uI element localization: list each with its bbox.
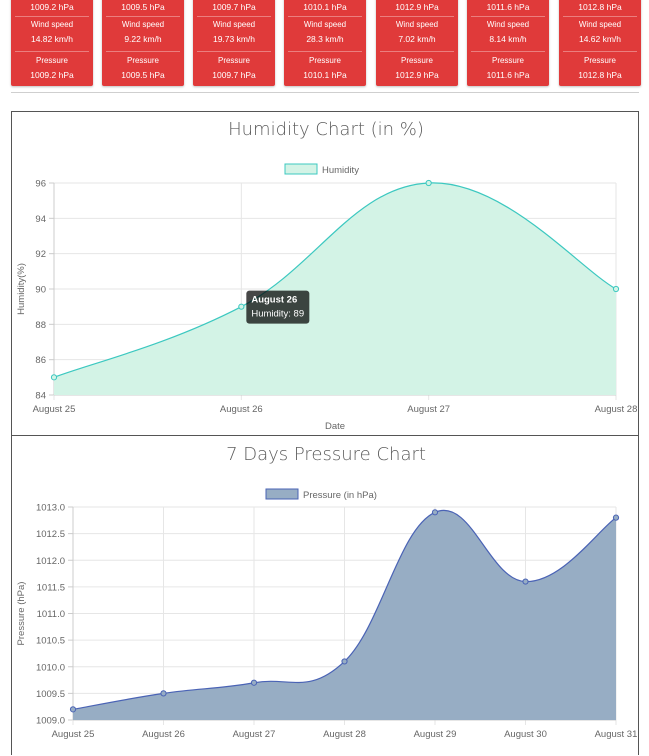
pressure-value: 1009.7 hPa xyxy=(212,70,256,80)
y-tick-label: 88 xyxy=(35,320,46,331)
wind-speed-value: 8.14 km/h xyxy=(489,34,527,44)
y-axis-label: Pressure (hPa) xyxy=(16,582,27,646)
y-tick-label: 1012.0 xyxy=(36,556,65,567)
x-tick-label: August 27 xyxy=(407,404,450,415)
y-tick-label: 1009.0 xyxy=(36,716,65,727)
x-tick-label: August 25 xyxy=(52,729,95,740)
x-tick-label: August 26 xyxy=(142,729,185,740)
y-axis-label: Humidity(%) xyxy=(16,263,27,315)
y-tick-label: 84 xyxy=(35,391,46,402)
legend-label: Pressure (in hPa) xyxy=(303,490,377,501)
pressure-label: Pressure xyxy=(400,56,433,65)
humidity-chart-panel: Humidity Chart (in %) Humidity 84 86 88 90 92 9… xyxy=(11,111,639,436)
forecast-card: 1009.7 hPa Wind speed 19.73 km/h Pressure 10… xyxy=(193,0,275,86)
wind-speed-label: Wind speed xyxy=(121,20,165,29)
data-point xyxy=(522,578,529,585)
y-tick-label: 86 xyxy=(35,355,46,366)
forecast-card: 1009.5 hPa Wind speed 9.22 km/h Pressure 100… xyxy=(102,0,184,86)
pressure-value: 1010.1 hPa xyxy=(303,70,347,80)
y-tick-label: 1011.0 xyxy=(37,609,65,620)
x-axis-label: Date xyxy=(325,421,345,432)
y-tick-label: 1009.5 xyxy=(36,689,65,700)
forecast-card: 1011.6 hPa Wind speed 8.14 km/h Pressure 101… xyxy=(467,0,549,86)
forecast-card: 1009.2 hPa Wind speed 14.82 km/h Pressure 10… xyxy=(11,0,93,86)
card-top-value: 1011.6 hPa xyxy=(486,2,530,12)
y-tick-label: 1010.0 xyxy=(36,662,65,673)
legend-swatch xyxy=(284,163,318,175)
data-point xyxy=(238,303,245,310)
wind-speed-value: 19.73 km/h xyxy=(212,34,256,44)
y-tick-label: 94 xyxy=(35,214,46,225)
pressure-value: 1012.9 hPa xyxy=(395,70,439,80)
card-top-value: 1009.7 hPa xyxy=(212,2,256,12)
data-point xyxy=(612,514,620,521)
x-tick-label: August 26 xyxy=(220,404,263,415)
x-tick-label: August 29 xyxy=(414,729,457,740)
humidity-chart: Humidity Chart (in %) Humidity 84 86 88 90 92 9… xyxy=(16,119,638,432)
x-tick-label: August 28 xyxy=(323,729,366,740)
wind-speed-value: 7.02 km/h xyxy=(398,34,436,44)
pressure-label: Pressure xyxy=(583,56,616,65)
wind-speed-label: Wind speed xyxy=(212,20,256,29)
y-tick-label: 1010.5 xyxy=(36,636,65,647)
card-top-value: 1012.8 hPa xyxy=(578,2,622,12)
pressure-label: Pressure xyxy=(217,56,250,65)
x-tick-label: August 27 xyxy=(233,729,276,740)
wind-speed-label: Wind speed xyxy=(303,20,347,29)
legend-swatch xyxy=(265,488,299,500)
y-tick-label: 1011.5 xyxy=(37,582,65,593)
tooltip-title: August 26 xyxy=(251,295,297,306)
card-top-value: 1009.5 hPa xyxy=(121,2,165,12)
pressure-value: 1009.5 hPa xyxy=(121,70,165,80)
tooltip-body: Humidity: 89 xyxy=(251,309,304,320)
chart-title: Humidity Chart (in %) xyxy=(228,119,424,140)
data-point xyxy=(69,706,77,713)
y-tick-label: 1013.0 xyxy=(36,503,65,514)
wind-speed-label: Wind speed xyxy=(30,20,74,29)
pressure-value: 1011.6 hPa xyxy=(486,70,530,80)
forecast-card: 1012.8 hPa Wind speed 14.62 km/h Pressure 10… xyxy=(559,0,641,86)
pressure-label: Pressure xyxy=(126,56,159,65)
x-tick-label: August 31 xyxy=(595,729,638,740)
data-point xyxy=(50,374,58,381)
data-point xyxy=(431,509,439,516)
wind-speed-label: Wind speed xyxy=(578,20,622,29)
section-divider xyxy=(11,92,639,93)
x-tick-label: August 30 xyxy=(504,729,547,740)
y-tick-label: 92 xyxy=(35,249,46,260)
data-point xyxy=(425,179,432,187)
chart-title: 7 Days Pressure Chart xyxy=(226,444,426,465)
legend-label: Humidity xyxy=(322,165,359,176)
pressure-label: Pressure xyxy=(491,56,524,65)
card-top-value: 1009.2 hPa xyxy=(30,2,74,12)
card-top-value: 1010.1 hPa xyxy=(303,2,347,12)
x-tick-label: August 25 xyxy=(33,404,76,415)
y-tick-label: 1012.5 xyxy=(36,529,65,540)
wind-speed-label: Wind speed xyxy=(486,20,530,29)
y-tick-label: 90 xyxy=(35,285,46,296)
forecast-card: 1010.1 hPa Wind speed 28.3 km/h Pressure 101… xyxy=(284,0,366,86)
data-point xyxy=(160,690,167,697)
pressure-value: 1009.2 hPa xyxy=(30,70,74,80)
data-point xyxy=(612,285,620,293)
wind-speed-value: 28.3 km/h xyxy=(306,34,344,44)
data-point xyxy=(341,658,348,665)
pressure-label: Pressure xyxy=(35,56,68,65)
pressure-chart-panel: 7 Days Pressure Chart Pressure (in hPa) 10… xyxy=(11,435,639,755)
forecast-cards: 1009.2 hPa Wind speed 14.82 km/h Pressure 10… xyxy=(0,0,649,87)
pressure-label: Pressure xyxy=(308,56,341,65)
pressure-value: 1012.8 hPa xyxy=(578,70,622,80)
wind-speed-label: Wind speed xyxy=(395,20,439,29)
forecast-card: 1012.9 hPa Wind speed 7.02 km/h Pressure 101… xyxy=(376,0,458,86)
pressure-chart: 7 Days Pressure Chart Pressure (in hPa) 10… xyxy=(16,444,638,740)
y-tick-label: 96 xyxy=(35,179,46,190)
data-point xyxy=(250,679,258,686)
wind-speed-value: 14.82 km/h xyxy=(30,34,74,44)
card-top-value: 1012.9 hPa xyxy=(395,2,439,12)
wind-speed-value: 14.62 km/h xyxy=(578,34,622,44)
x-tick-label: August 28 xyxy=(595,404,638,415)
wind-speed-value: 9.22 km/h xyxy=(124,34,162,44)
